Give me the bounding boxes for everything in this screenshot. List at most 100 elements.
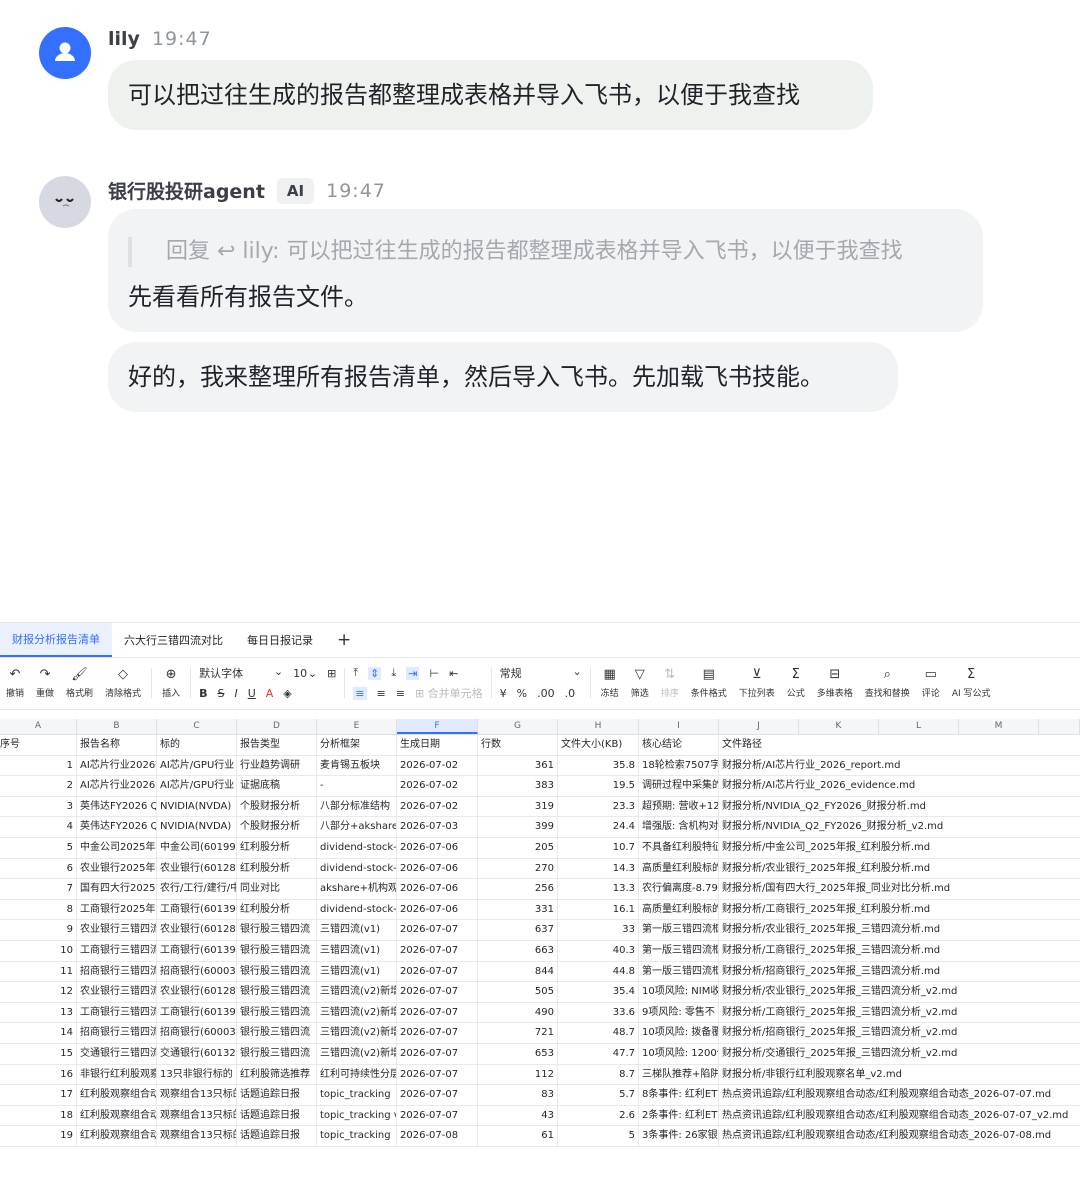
header-cell[interactable]: 标的 xyxy=(157,735,237,755)
borders-icon[interactable]: ⊞ xyxy=(327,667,336,680)
underline-icon[interactable]: U xyxy=(248,687,256,700)
table-cell[interactable]: 12 xyxy=(0,982,77,1003)
table-cell[interactable]: 财报分析/NVIDIA_Q2_FY2026_财报分析.md xyxy=(719,797,926,817)
table-cell[interactable]: dividend-stock-a xyxy=(317,858,397,879)
insert-button[interactable]: ⊕ 插入 xyxy=(156,660,186,706)
align-middle-icon[interactable]: ⇕ xyxy=(368,666,382,680)
table-cell[interactable]: 招商银行(600036 xyxy=(157,961,237,982)
table-cell[interactable]: akshare+机构观点 xyxy=(317,879,397,900)
table-cell[interactable]: 2026-07-03 xyxy=(397,817,478,838)
table-cell[interactable]: 2026-07-06 xyxy=(397,879,478,900)
table-cell[interactable]: 同业对比 xyxy=(237,879,317,900)
table-cell[interactable]: 红利股分析 xyxy=(237,858,317,879)
clear-format-button[interactable]: ◇ 清除格式 xyxy=(99,660,147,706)
table-cell[interactable]: 10.7 xyxy=(558,838,639,858)
table-cell[interactable]: 高质量红利股标的 xyxy=(639,858,719,879)
column-header[interactable]: E xyxy=(317,719,397,734)
table-cell[interactable]: 非银行红利股观察 xyxy=(77,1064,157,1085)
table-cell[interactable]: 交通银行三错四流 xyxy=(77,1044,157,1064)
undo-button[interactable]: ↶ 撤销 xyxy=(0,660,30,706)
table-cell[interactable]: 财报分析/农业银行_2025年报_三错四流分析.md xyxy=(719,920,940,940)
header-cell[interactable]: 核心结论 xyxy=(639,735,719,755)
table-cell[interactable]: 13只非银行标的 xyxy=(157,1064,237,1085)
table-cell[interactable]: 三错四流(v1) xyxy=(317,941,397,961)
table-cell[interactable]: 财报分析/AI芯片行业_2026_report.md xyxy=(719,756,900,776)
table-cell[interactable]: 农业银行三错四流 xyxy=(77,982,157,1003)
table-cell[interactable]: 增强版: 含机构对 xyxy=(639,817,719,838)
table-cell[interactable]: 红利可持续性分层 xyxy=(317,1064,397,1085)
table-cell[interactable]: 工商银行三错四流 xyxy=(77,941,157,961)
table-cell[interactable]: 财报分析/农业银行_2025年报_红利股分析.md xyxy=(719,859,930,879)
table-cell[interactable]: 观察组合13只标的 xyxy=(157,1126,237,1147)
table-cell[interactable]: 2026-07-06 xyxy=(397,899,478,920)
agent-reply-bubble[interactable]: 回复 ↩ lily: 可以把过往生成的报告都整理成表格并导入飞书，以便于我查找 … xyxy=(108,209,983,332)
table-cell[interactable]: 112 xyxy=(478,1064,558,1085)
table-cell[interactable]: 银行股三错四流 xyxy=(237,982,317,1003)
table-cell[interactable]: 银行股三错四流 xyxy=(237,1044,317,1064)
percent-icon[interactable]: % xyxy=(517,687,527,700)
table-cell[interactable]: 红利股观察组合动 xyxy=(77,1105,157,1126)
table-cell[interactable]: 15 xyxy=(0,1044,77,1064)
agent-message-bubble[interactable]: 好的，我来整理所有报告清单，然后导入飞书。先加载飞书技能。 xyxy=(108,342,898,412)
table-cell[interactable]: 招商银行三错四流 xyxy=(77,1023,157,1044)
table-cell[interactable]: 2026-07-07 xyxy=(397,920,478,941)
table-cell[interactable]: 33 xyxy=(558,920,639,941)
table-cell[interactable]: 话题追踪日报 xyxy=(237,1105,317,1126)
table-cell[interactable]: 三错四流(v2)新增 xyxy=(317,1002,397,1023)
table-cell[interactable]: 第一版三错四流框 xyxy=(639,961,719,982)
table-cell[interactable]: - xyxy=(317,776,397,797)
table-cell[interactable]: 319 xyxy=(478,796,558,817)
table-cell[interactable]: 505 xyxy=(478,982,558,1003)
strikethrough-icon[interactable]: S xyxy=(217,687,224,700)
table-cell[interactable]: 48.7 xyxy=(558,1023,639,1044)
table-cell[interactable]: 热点资讯追踪/红利股观察组合动态/红利股观察组合动态_2026-07-08.md xyxy=(719,1126,1051,1146)
column-header[interactable]: M xyxy=(959,719,1039,734)
bold-icon[interactable]: B xyxy=(199,687,207,700)
add-sheet-button[interactable]: + xyxy=(325,623,363,657)
table-cell[interactable]: 5 xyxy=(0,838,77,858)
table-cell[interactable]: 国有四大行2025年 xyxy=(77,879,157,900)
align-center-icon[interactable]: ≡ xyxy=(377,687,386,700)
table-cell[interactable]: 第一版三错四流框 xyxy=(639,920,719,941)
table-cell[interactable]: 2 xyxy=(0,776,77,797)
column-header[interactable]: K xyxy=(799,719,879,734)
column-header[interactable]: A xyxy=(0,719,77,734)
column-header[interactable]: J xyxy=(719,719,799,734)
table-cell[interactable]: 14 xyxy=(0,1023,77,1044)
font-select[interactable]: 默认字体 ⌄ xyxy=(199,665,283,681)
table-cell[interactable]: topic_tracking xyxy=(317,1085,397,1106)
table-cell[interactable]: 招商银行三错四流 xyxy=(77,961,157,982)
align-right-icon[interactable]: ≡ xyxy=(396,687,405,700)
table-cell[interactable]: 24.4 xyxy=(558,817,639,838)
column-header[interactable]: C xyxy=(157,719,237,734)
table-cell[interactable]: 9 xyxy=(0,920,77,941)
table-cell[interactable]: 高质量红利股标的 xyxy=(639,899,719,920)
column-header[interactable]: L xyxy=(879,719,959,734)
sort-button[interactable]: ⇅ 排序 xyxy=(655,660,685,706)
table-cell[interactable]: 三错四流(v1) xyxy=(317,961,397,982)
decrease-decimal-icon[interactable]: .0 xyxy=(565,687,576,700)
clip-icon[interactable]: ⇤ xyxy=(449,667,458,680)
number-format-select[interactable]: 常规 ⌄ xyxy=(500,665,582,681)
table-cell[interactable]: NVIDIA(NVDA) xyxy=(157,796,237,817)
table-cell[interactable]: 8 xyxy=(0,899,77,920)
tab-daily-log[interactable]: 每日日报记录 xyxy=(235,623,325,657)
italic-icon[interactable]: I xyxy=(234,687,237,700)
header-cell[interactable]: 报告类型 xyxy=(237,735,317,755)
table-cell[interactable]: 14.3 xyxy=(558,858,639,879)
table-cell[interactable]: 9项风险: 零售不 xyxy=(639,1002,719,1023)
header-cell[interactable]: 分析框架 xyxy=(317,735,397,755)
table-cell[interactable]: 33.6 xyxy=(558,1002,639,1023)
table-cell[interactable]: 财报分析/招商银行_2025年报_三错四流分析.md xyxy=(719,962,940,982)
table-cell[interactable]: 农业银行(601288 xyxy=(157,858,237,879)
table-cell[interactable]: 三错四流(v2)新增 xyxy=(317,1023,397,1044)
merge-cells-button[interactable]: ⊞ 合并单元格 xyxy=(415,685,483,701)
header-cell[interactable]: 报告名称 xyxy=(77,735,157,755)
table-cell[interactable]: 2026-07-07 xyxy=(397,982,478,1003)
table-cell[interactable]: 英伟达FY2026 Q2 xyxy=(77,796,157,817)
table-cell[interactable]: 证据底稿 xyxy=(237,776,317,797)
table-cell[interactable]: 红利股观察组合动 xyxy=(77,1085,157,1106)
column-header[interactable]: H xyxy=(558,719,639,734)
table-cell[interactable]: 银行股三错四流 xyxy=(237,1023,317,1044)
table-cell[interactable]: 农业银行三错四流 xyxy=(77,920,157,941)
